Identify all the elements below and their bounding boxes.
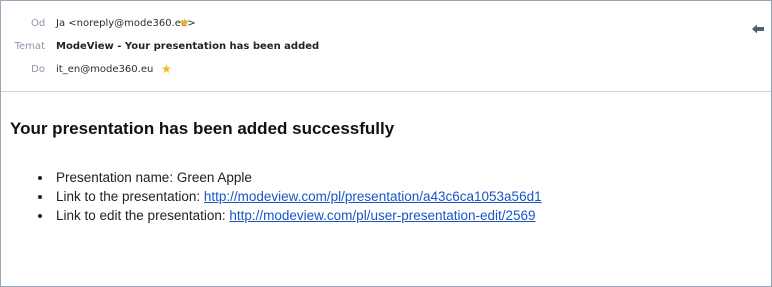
item-label: Link to the presentation: xyxy=(56,189,204,204)
email-body: Your presentation has been added success… xyxy=(1,92,771,286)
details-list: Presentation name: Green Apple Link to t… xyxy=(33,168,542,225)
to-value[interactable]: it_en@mode360.eu xyxy=(56,61,153,79)
item-label: Link to edit the presentation: xyxy=(56,208,230,223)
presentation-name-value: Green Apple xyxy=(176,170,252,185)
email-header: Od Ja <noreply@mode360.eu> ★ Temat ModeV… xyxy=(1,1,771,92)
list-item-presentation-name: Presentation name: Green Apple xyxy=(33,168,542,187)
to-label: Do xyxy=(31,64,45,75)
email-window: Od Ja <noreply@mode360.eu> ★ Temat ModeV… xyxy=(0,0,772,287)
reply-arrow-icon[interactable] xyxy=(751,21,765,35)
edit-presentation-link[interactable]: http://modeview.com/pl/user-presentation… xyxy=(229,208,535,223)
list-item-edit-link: Link to edit the presentation: http://mo… xyxy=(33,206,542,225)
from-value[interactable]: Ja <noreply@mode360.eu> xyxy=(56,15,196,33)
item-label: Presentation name: xyxy=(56,170,177,185)
list-item-presentation-link: Link to the presentation: http://modevie… xyxy=(33,187,542,206)
star-icon[interactable]: ★ xyxy=(179,17,191,29)
message-title: Your presentation has been added success… xyxy=(10,119,395,138)
star-icon[interactable]: ★ xyxy=(161,63,173,75)
subject-label: Temat xyxy=(14,41,45,52)
from-label: Od xyxy=(31,18,46,29)
presentation-link[interactable]: http://modeview.com/pl/presentation/a43c… xyxy=(204,189,542,204)
subject-value: ModeView - Your presentation has been ad… xyxy=(56,41,320,52)
